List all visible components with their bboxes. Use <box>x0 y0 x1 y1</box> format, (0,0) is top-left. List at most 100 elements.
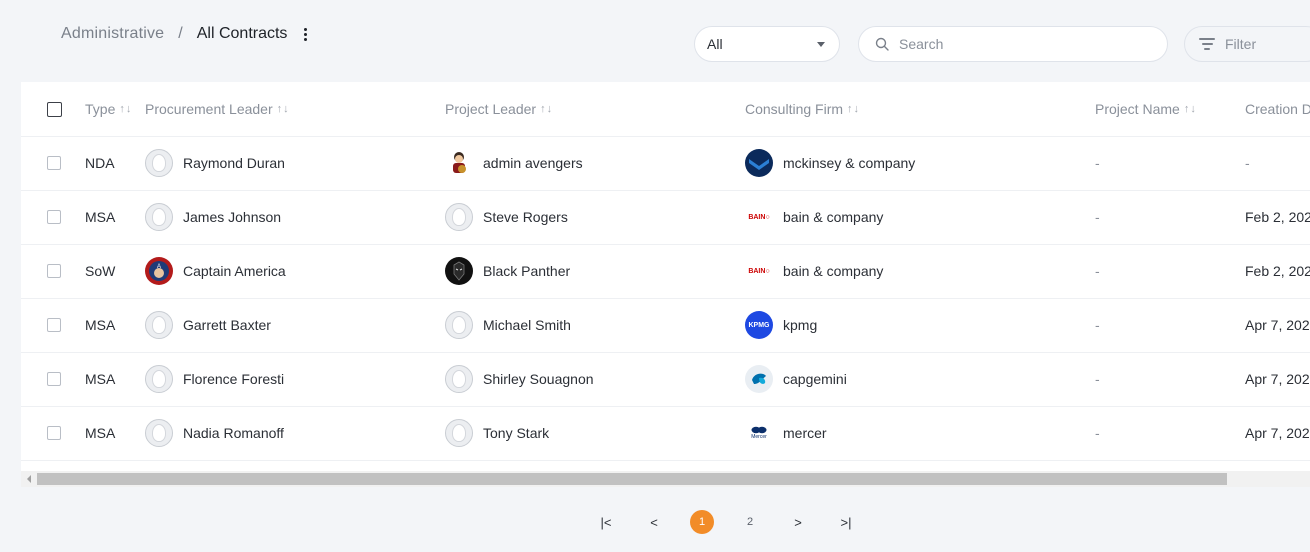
col-header-creation-date[interactable]: Creation D <box>1245 82 1310 136</box>
project-leader-name: Tony Stark <box>483 425 550 441</box>
type-select[interactable]: All <box>694 26 840 62</box>
search-icon <box>875 37 889 51</box>
horizontal-scrollbar[interactable] <box>21 471 1310 487</box>
procurement-leader-cell: Nadia Romanoff <box>145 406 284 460</box>
project-name-cell: - <box>1095 425 1100 441</box>
row-checkbox-cell <box>47 190 61 244</box>
creation-date-cell: Feb 2, 202 <box>1245 263 1310 279</box>
consulting-firm-cell: KPMG kpmg <box>745 298 817 352</box>
col-header-consulting-firm-label: Consulting Firm <box>745 101 844 117</box>
project-leader-name: Steve Rogers <box>483 209 568 225</box>
table-row[interactable]: MSA Garrett Baxter Michael Smith KPMG kp… <box>21 298 1310 353</box>
page-1-button[interactable]: 1 <box>690 510 714 534</box>
sort-icon: ↑↓ <box>1183 103 1197 115</box>
filter-icon <box>1199 38 1215 50</box>
project-leader-cell: admin avengers <box>445 136 583 190</box>
avatar: A <box>145 257 173 285</box>
table-row[interactable]: MSA James Johnson Steve Rogers BAIN ○ bai… <box>21 190 1310 245</box>
row-checkbox[interactable] <box>47 264 61 278</box>
project-leader-name: Shirley Souagnon <box>483 371 594 387</box>
chevron-down-icon <box>817 41 825 47</box>
avatar <box>145 203 173 231</box>
scroll-left-icon[interactable] <box>27 475 31 483</box>
row-checkbox[interactable] <box>47 426 61 440</box>
pagination: |< < 1 2 > >| <box>0 510 1310 538</box>
col-header-project-leader-label: Project Leader <box>445 101 537 117</box>
row-checkbox[interactable] <box>47 156 61 170</box>
consulting-firm-name: mercer <box>783 425 827 441</box>
row-checkbox[interactable] <box>47 210 61 224</box>
creation-date-cell: Apr 7, 202 <box>1245 425 1310 441</box>
avatar <box>445 311 473 339</box>
row-checkbox[interactable] <box>47 318 61 332</box>
page-title: All Contracts <box>196 25 288 42</box>
type-cell: MSA <box>85 317 116 333</box>
page-2-button[interactable]: 2 <box>738 510 762 534</box>
procurement-leader-name: James Johnson <box>183 209 282 225</box>
procurement-leader-name: Nadia Romanoff <box>183 425 284 441</box>
creation-date-cell: Apr 7, 202 <box>1245 317 1310 333</box>
row-checkbox-cell <box>47 244 61 298</box>
avatar <box>445 149 473 177</box>
mckinsey-logo-icon <box>745 149 773 177</box>
avatar <box>145 419 173 447</box>
consulting-firm-cell: mckinsey & company <box>745 136 915 190</box>
avatar <box>145 149 173 177</box>
procurement-leader-name: Florence Foresti <box>183 371 285 387</box>
procurement-leader-name: Raymond Duran <box>183 155 285 171</box>
svg-text:A: A <box>157 264 161 270</box>
table-row[interactable]: MSA Nadia Romanoff Tony Stark Mercer mer… <box>21 406 1310 461</box>
consulting-firm-name: bain & company <box>783 263 884 279</box>
search-input[interactable] <box>897 35 1151 53</box>
row-checkbox-cell <box>47 136 61 190</box>
next-page-button[interactable]: > <box>786 510 810 534</box>
col-header-type[interactable]: Type ↑↓ <box>85 82 132 136</box>
col-header-procurement-leader[interactable]: Procurement Leader ↑↓ <box>145 82 290 136</box>
bain-logo-text: BAIN <box>748 213 766 221</box>
consulting-firm-name: bain & company <box>783 209 884 225</box>
consulting-firm-name: kpmg <box>783 317 818 333</box>
type-cell: MSA <box>85 371 116 387</box>
project-leader-name: Michael Smith <box>483 317 571 333</box>
last-page-button[interactable]: >| <box>834 510 858 534</box>
procurement-leader-name: Captain America <box>183 263 286 279</box>
search-box[interactable] <box>858 26 1168 62</box>
bain-logo-icon: BAIN ○ <box>748 267 770 275</box>
procurement-leader-cell: Florence Foresti <box>145 352 284 406</box>
procurement-leader-name: Garrett Baxter <box>183 317 271 333</box>
sort-icon: ↑↓ <box>276 103 290 115</box>
table-header: Type ↑↓ Procurement Leader ↑↓ Project Le… <box>21 82 1310 137</box>
project-name-cell: - <box>1095 155 1100 171</box>
kpmg-logo-icon: KPMG <box>745 311 773 339</box>
table-row[interactable]: SoW A Captain America Black Panther BAIN… <box>21 244 1310 299</box>
col-header-creation-date-label: Creation D <box>1245 101 1310 117</box>
procurement-leader-cell: Raymond Duran <box>145 136 285 190</box>
consulting-firm-name: capgemini <box>783 371 847 387</box>
filter-button[interactable]: Filter <box>1184 26 1310 62</box>
col-header-consulting-firm[interactable]: Consulting Firm ↑↓ <box>745 82 860 136</box>
table-row[interactable]: NDA Raymond Duran admin avengers mckinse… <box>21 136 1310 191</box>
avatar <box>445 203 473 231</box>
scrollbar-thumb[interactable] <box>37 473 1227 485</box>
col-header-project-leader[interactable]: Project Leader ↑↓ <box>445 82 553 136</box>
prev-page-button[interactable]: < <box>642 510 666 534</box>
project-leader-cell: Shirley Souagnon <box>445 352 594 406</box>
type-cell: MSA <box>85 209 116 225</box>
type-select-value: All <box>707 36 723 52</box>
select-all-checkbox[interactable] <box>47 101 62 117</box>
table-row[interactable]: MSA Florence Foresti Shirley Souagnon ca… <box>21 352 1310 407</box>
breadcrumb-parent-link[interactable]: Administrative <box>61 25 164 43</box>
avatar <box>445 419 473 447</box>
row-checkbox[interactable] <box>47 372 61 386</box>
mercer-logo-icon: Mercer <box>745 419 773 447</box>
first-page-button[interactable]: |< <box>594 510 618 534</box>
avatar <box>145 311 173 339</box>
col-header-project-name[interactable]: Project Name ↑↓ <box>1095 82 1197 136</box>
project-leader-cell: Black Panther <box>445 244 570 298</box>
consulting-firm-cell: Mercer mercer <box>745 406 827 460</box>
more-options-icon[interactable] <box>297 25 313 43</box>
project-leader-cell: Steve Rogers <box>445 190 568 244</box>
project-name-cell: - <box>1095 371 1100 387</box>
sort-icon: ↑↓ <box>847 103 861 115</box>
procurement-leader-cell: Garrett Baxter <box>145 298 271 352</box>
